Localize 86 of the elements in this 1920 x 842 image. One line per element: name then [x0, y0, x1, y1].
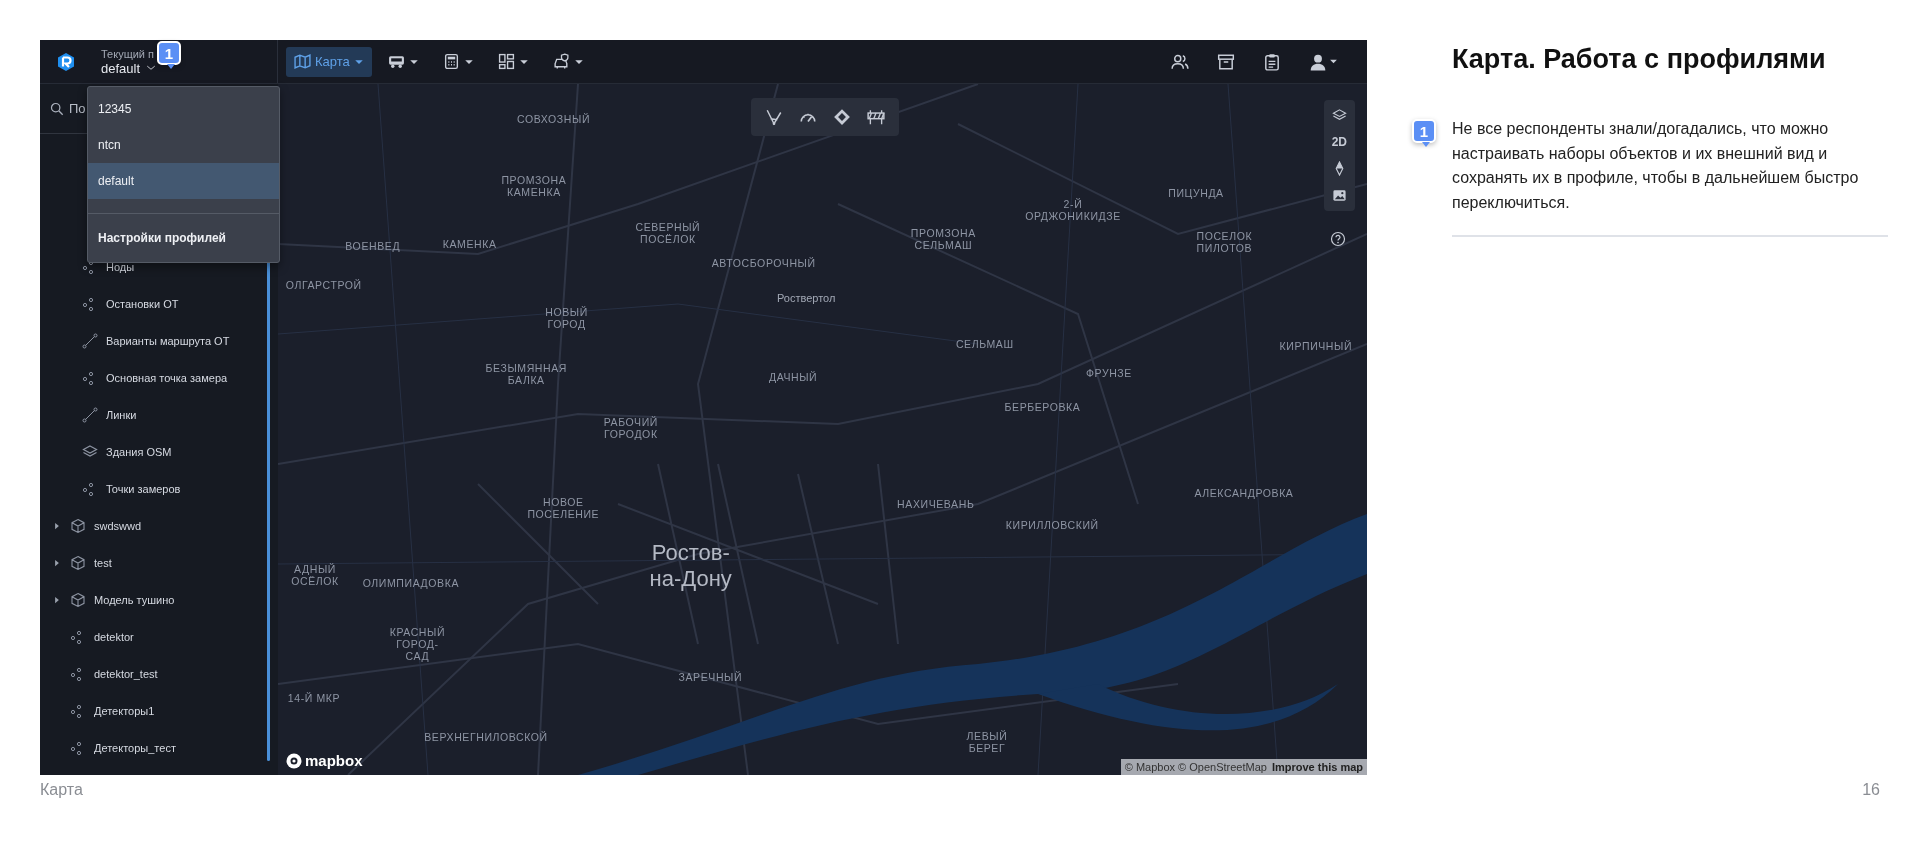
profile-option[interactable]: 12345 — [88, 91, 279, 127]
search-field[interactable]: По — [69, 101, 86, 116]
mapbox-logo-text: mapbox — [305, 752, 363, 769]
footer-section: Карта — [40, 781, 83, 799]
layer-item[interactable]: swdswwd — [40, 507, 278, 544]
map-label: БЕРБЕРОВКА — [1004, 401, 1081, 414]
users-icon — [1171, 52, 1189, 71]
attribution-text: © Mapbox © OpenStreetMap — [1124, 761, 1267, 773]
map-label: ВОЕНВЕД — [345, 239, 401, 252]
layers-icon — [1331, 108, 1347, 123]
map-label: ОЛГАРСТРОЙ — [285, 279, 362, 292]
city-label: Ростов-на-Дону — [648, 539, 733, 592]
map-label: АДНЫЙ ОСЁЛОК — [291, 563, 339, 588]
cube-icon — [70, 554, 86, 571]
note-text: Не все респонденты знали/догадались, что можно настраивать наборы объектов и их внешний вид и сохранять их в профиле, чтобы в дальнейшем быстро переключиться. — [1452, 119, 1860, 213]
angle-icon — [764, 108, 783, 126]
layer-item[interactable]: Здания OSM — [40, 433, 278, 470]
diamond-icon — [832, 108, 851, 126]
map-label: КРАСНЫЙ ГОРОД-САД — [389, 625, 446, 662]
line-icon — [82, 406, 98, 423]
mapbox-logo-icon — [286, 752, 302, 769]
cube-icon — [70, 517, 86, 534]
help-icon — [1329, 231, 1346, 247]
map-label: ДАЧНЫЙ — [768, 370, 818, 383]
map-label: ЛЕВЫЙ БЕРЕГ — [966, 729, 1008, 754]
map-label: 2-Й ОРДЖОНИКИДЗЕ — [1025, 198, 1121, 223]
layer-item[interactable]: detektor_test — [40, 655, 278, 692]
map-label: АЛЕКСАНДРОВКА — [1194, 487, 1294, 500]
image-icon — [1331, 188, 1347, 203]
page-number: 16 — [1862, 781, 1880, 799]
calculator-icon — [442, 53, 460, 70]
profile-dropdown[interactable]: default — [101, 60, 157, 76]
chevron-icon — [146, 63, 157, 73]
map-icon — [294, 53, 311, 70]
scrollbar[interactable] — [267, 260, 270, 761]
map-label: ОЛИМПИАДОВКА — [362, 576, 459, 589]
profile-option[interactable]: ntcn — [88, 127, 279, 163]
map-label: ЗАРЕЧНЫЙ — [678, 670, 743, 683]
map-label: КИРПИЧНЫЙ — [1279, 339, 1353, 352]
map-label: Роствертол — [776, 291, 836, 304]
search-icon — [50, 101, 64, 116]
layer-item[interactable]: Остановки ОТ — [40, 285, 278, 322]
dashboard-icon — [497, 53, 515, 70]
map-label: КАМЕНКА — [442, 238, 497, 251]
archive-icon — [1217, 52, 1235, 71]
map-label: СОВХОЗНЫЙ — [517, 113, 591, 126]
map-label: КИРИЛЛОВСКИЙ — [1005, 518, 1099, 531]
layer-item[interactable]: Детекторы_тест — [40, 729, 278, 766]
map-label: ПОСЕЛОК ПИЛОТОВ — [1196, 230, 1253, 255]
layer-item[interactable]: Линки — [40, 396, 278, 433]
map-label: РАБОЧИЙ ГОРОДОК — [603, 416, 658, 441]
layer-item[interactable]: Варианты маршрута ОТ — [40, 322, 278, 359]
layer-item[interactable]: Детекторы1 — [40, 692, 278, 729]
line-icon — [82, 332, 98, 349]
profile-label: Текущий п — [101, 47, 155, 61]
map-label: АВТОСБОРОЧНЫЙ — [711, 256, 816, 269]
layer-item[interactable]: Модель тушино — [40, 581, 278, 618]
clipboard-icon — [1263, 52, 1281, 71]
map-label: ПРОМЗОНА СЕЛЬМАШ — [910, 227, 976, 252]
layer-item[interactable]: detektor — [40, 618, 278, 655]
user-icon — [1309, 52, 1327, 71]
map-label: БЕЗЫМЯННАЯ БАЛКА — [485, 362, 567, 387]
map-label: НОВОЕ ПОСЕЛЕНИЕ — [527, 495, 600, 520]
caret-icon — [1329, 57, 1338, 66]
slide-title: Карта. Работа с профилями — [1452, 44, 1827, 75]
map-label: ВЕРХНЕГНИЛОВСКОЙ — [424, 731, 548, 743]
logo-icon — [56, 51, 76, 72]
map-label: 14-Й МКР — [287, 691, 341, 704]
improve-map-link[interactable]: Improve this map — [1271, 761, 1363, 773]
map-label: СЕЛЬМАШ — [955, 337, 1014, 350]
map-label: СЕВЕРНЫЙ ПОСЁЛОК — [635, 221, 701, 246]
car-shield-icon — [552, 53, 570, 70]
map-label: ПИЦУНДА — [1168, 187, 1224, 200]
map-label: ПРОМЗОНА КАМЕНКА — [501, 173, 567, 198]
profile-option[interactable]: default — [88, 163, 279, 199]
view-mode-button[interactable]: 2D — [1325, 131, 1353, 153]
cube-icon — [70, 591, 86, 608]
map-label: НОВЫЙ ГОРОД — [545, 306, 588, 331]
map-menu-button[interactable]: Карта — [286, 46, 372, 77]
map-label: НАХИЧЕВАНЬ — [897, 498, 975, 511]
bus-icon — [387, 53, 405, 70]
map-label: ФРУНЗЕ — [1085, 366, 1132, 379]
layer-item[interactable]: Основная точка замера — [40, 359, 278, 396]
layer-item[interactable]: test — [40, 544, 278, 581]
layer-item[interactable]: Точки замеров — [40, 470, 278, 507]
barrier-icon — [866, 108, 885, 126]
